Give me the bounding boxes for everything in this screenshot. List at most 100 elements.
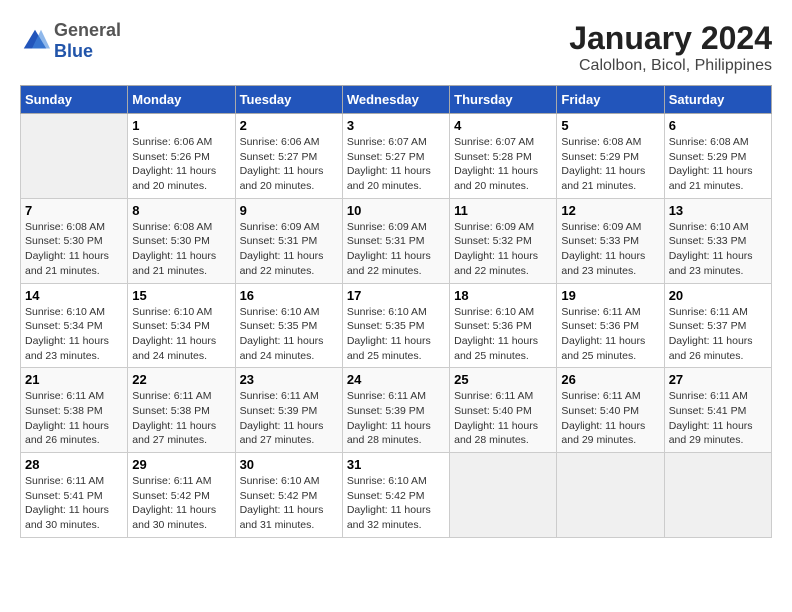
day-info: Sunrise: 6:10 AMSunset: 5:42 PMDaylight:… — [347, 474, 445, 533]
calendar-cell: 7 Sunrise: 6:08 AMSunset: 5:30 PMDaylight… — [21, 198, 128, 283]
day-info: Sunrise: 6:11 AMSunset: 5:36 PMDaylight:… — [561, 305, 659, 364]
day-number: 2 — [240, 118, 338, 133]
day-number: 15 — [132, 288, 230, 303]
day-info: Sunrise: 6:08 AMSunset: 5:30 PMDaylight:… — [25, 220, 123, 279]
calendar-cell: 9 Sunrise: 6:09 AMSunset: 5:31 PMDaylight… — [235, 198, 342, 283]
day-info: Sunrise: 6:08 AMSunset: 5:29 PMDaylight:… — [669, 135, 767, 194]
page-title: January 2024 — [569, 20, 772, 57]
calendar-cell: 18 Sunrise: 6:10 AMSunset: 5:36 PMDayligh… — [450, 283, 557, 368]
day-number: 18 — [454, 288, 552, 303]
calendar-cell: 3 Sunrise: 6:07 AMSunset: 5:27 PMDaylight… — [342, 114, 449, 199]
day-number: 21 — [25, 372, 123, 387]
day-info: Sunrise: 6:10 AMSunset: 5:36 PMDaylight:… — [454, 305, 552, 364]
day-info: Sunrise: 6:06 AMSunset: 5:26 PMDaylight:… — [132, 135, 230, 194]
calendar-week-4: 21 Sunrise: 6:11 AMSunset: 5:38 PMDayligh… — [21, 368, 772, 453]
page-subtitle: Calolbon, Bicol, Philippines — [569, 57, 772, 75]
calendar-cell — [450, 453, 557, 538]
page-header: General Blue January 2024 Calolbon, Bico… — [20, 20, 772, 75]
day-number: 7 — [25, 203, 123, 218]
calendar-cell: 22 Sunrise: 6:11 AMSunset: 5:38 PMDayligh… — [128, 368, 235, 453]
day-number: 29 — [132, 457, 230, 472]
day-number: 3 — [347, 118, 445, 133]
day-info: Sunrise: 6:11 AMSunset: 5:39 PMDaylight:… — [347, 389, 445, 448]
day-info: Sunrise: 6:11 AMSunset: 5:40 PMDaylight:… — [454, 389, 552, 448]
calendar-cell: 6 Sunrise: 6:08 AMSunset: 5:29 PMDaylight… — [664, 114, 771, 199]
calendar-week-3: 14Sunrise: 6:10 AMSunset: 5:34 PMDayligh… — [21, 283, 772, 368]
weekday-header-saturday: Saturday — [664, 86, 771, 114]
day-number: 1 — [132, 118, 230, 133]
day-number: 22 — [132, 372, 230, 387]
logo: General Blue — [20, 20, 121, 62]
day-number: 17 — [347, 288, 445, 303]
weekday-header-tuesday: Tuesday — [235, 86, 342, 114]
day-info: Sunrise: 6:11 AMSunset: 5:37 PMDaylight:… — [669, 305, 767, 364]
day-info: Sunrise: 6:09 AMSunset: 5:31 PMDaylight:… — [347, 220, 445, 279]
calendar-cell: 31Sunrise: 6:10 AMSunset: 5:42 PMDayligh… — [342, 453, 449, 538]
logo-blue: Blue — [54, 41, 121, 62]
calendar-week-5: 28Sunrise: 6:11 AMSunset: 5:41 PMDayligh… — [21, 453, 772, 538]
weekday-header-monday: Monday — [128, 86, 235, 114]
calendar-cell: 27Sunrise: 6:11 AMSunset: 5:41 PMDayligh… — [664, 368, 771, 453]
day-info: Sunrise: 6:11 AMSunset: 5:39 PMDaylight:… — [240, 389, 338, 448]
calendar-table: SundayMondayTuesdayWednesdayThursdayFrid… — [20, 85, 772, 538]
calendar-cell: 20 Sunrise: 6:11 AMSunset: 5:37 PMDayligh… — [664, 283, 771, 368]
calendar-header: SundayMondayTuesdayWednesdayThursdayFrid… — [21, 86, 772, 114]
day-number: 25 — [454, 372, 552, 387]
weekday-header-friday: Friday — [557, 86, 664, 114]
day-number: 13 — [669, 203, 767, 218]
calendar-week-2: 7 Sunrise: 6:08 AMSunset: 5:30 PMDaylight… — [21, 198, 772, 283]
day-number: 9 — [240, 203, 338, 218]
logo-text: General Blue — [54, 20, 121, 62]
calendar-cell: 10 Sunrise: 6:09 AMSunset: 5:31 PMDayligh… — [342, 198, 449, 283]
logo-icon — [20, 26, 50, 56]
day-info: Sunrise: 6:06 AMSunset: 5:27 PMDaylight:… — [240, 135, 338, 194]
day-number: 4 — [454, 118, 552, 133]
day-info: Sunrise: 6:11 AMSunset: 5:38 PMDaylight:… — [25, 389, 123, 448]
calendar-cell: 21 Sunrise: 6:11 AMSunset: 5:38 PMDayligh… — [21, 368, 128, 453]
calendar-cell: 29 Sunrise: 6:11 AMSunset: 5:42 PMDayligh… — [128, 453, 235, 538]
calendar-cell — [664, 453, 771, 538]
day-info: Sunrise: 6:09 AMSunset: 5:33 PMDaylight:… — [561, 220, 659, 279]
day-number: 26 — [561, 372, 659, 387]
calendar-cell: 26 Sunrise: 6:11 AMSunset: 5:40 PMDayligh… — [557, 368, 664, 453]
day-number: 5 — [561, 118, 659, 133]
calendar-cell: 24 Sunrise: 6:11 AMSunset: 5:39 PMDayligh… — [342, 368, 449, 453]
day-info: Sunrise: 6:11 AMSunset: 5:38 PMDaylight:… — [132, 389, 230, 448]
day-number: 24 — [347, 372, 445, 387]
calendar-cell: 25 Sunrise: 6:11 AMSunset: 5:40 PMDayligh… — [450, 368, 557, 453]
calendar-cell: 17Sunrise: 6:10 AMSunset: 5:35 PMDayligh… — [342, 283, 449, 368]
calendar-cell: 13 Sunrise: 6:10 AMSunset: 5:33 PMDayligh… — [664, 198, 771, 283]
day-info: Sunrise: 6:11 AMSunset: 5:41 PMDaylight:… — [25, 474, 123, 533]
day-info: Sunrise: 6:11 AMSunset: 5:42 PMDaylight:… — [132, 474, 230, 533]
calendar-body: 1 Sunrise: 6:06 AMSunset: 5:26 PMDaylight… — [21, 114, 772, 538]
calendar-cell: 19Sunrise: 6:11 AMSunset: 5:36 PMDayligh… — [557, 283, 664, 368]
day-info: Sunrise: 6:07 AMSunset: 5:28 PMDaylight:… — [454, 135, 552, 194]
weekday-header-wednesday: Wednesday — [342, 86, 449, 114]
calendar-cell: 16 Sunrise: 6:10 AMSunset: 5:35 PMDayligh… — [235, 283, 342, 368]
day-info: Sunrise: 6:08 AMSunset: 5:29 PMDaylight:… — [561, 135, 659, 194]
day-number: 6 — [669, 118, 767, 133]
calendar-cell: 15Sunrise: 6:10 AMSunset: 5:34 PMDayligh… — [128, 283, 235, 368]
weekday-row: SundayMondayTuesdayWednesdayThursdayFrid… — [21, 86, 772, 114]
calendar-cell: 8Sunrise: 6:08 AMSunset: 5:30 PMDaylight… — [128, 198, 235, 283]
calendar-cell: 4 Sunrise: 6:07 AMSunset: 5:28 PMDaylight… — [450, 114, 557, 199]
calendar-cell: 5 Sunrise: 6:08 AMSunset: 5:29 PMDaylight… — [557, 114, 664, 199]
day-info: Sunrise: 6:07 AMSunset: 5:27 PMDaylight:… — [347, 135, 445, 194]
day-info: Sunrise: 6:11 AMSunset: 5:40 PMDaylight:… — [561, 389, 659, 448]
title-block: January 2024 Calolbon, Bicol, Philippine… — [569, 20, 772, 75]
calendar-week-1: 1 Sunrise: 6:06 AMSunset: 5:26 PMDaylight… — [21, 114, 772, 199]
weekday-header-sunday: Sunday — [21, 86, 128, 114]
day-number: 20 — [669, 288, 767, 303]
day-info: Sunrise: 6:10 AMSunset: 5:33 PMDaylight:… — [669, 220, 767, 279]
calendar-cell: 2 Sunrise: 6:06 AMSunset: 5:27 PMDaylight… — [235, 114, 342, 199]
calendar-cell: 12Sunrise: 6:09 AMSunset: 5:33 PMDayligh… — [557, 198, 664, 283]
day-number: 30 — [240, 457, 338, 472]
day-info: Sunrise: 6:09 AMSunset: 5:31 PMDaylight:… — [240, 220, 338, 279]
day-number: 16 — [240, 288, 338, 303]
day-info: Sunrise: 6:10 AMSunset: 5:35 PMDaylight:… — [240, 305, 338, 364]
day-number: 10 — [347, 203, 445, 218]
day-info: Sunrise: 6:10 AMSunset: 5:34 PMDaylight:… — [25, 305, 123, 364]
calendar-cell: 1 Sunrise: 6:06 AMSunset: 5:26 PMDaylight… — [128, 114, 235, 199]
day-number: 23 — [240, 372, 338, 387]
calendar-cell: 23 Sunrise: 6:11 AMSunset: 5:39 PMDayligh… — [235, 368, 342, 453]
